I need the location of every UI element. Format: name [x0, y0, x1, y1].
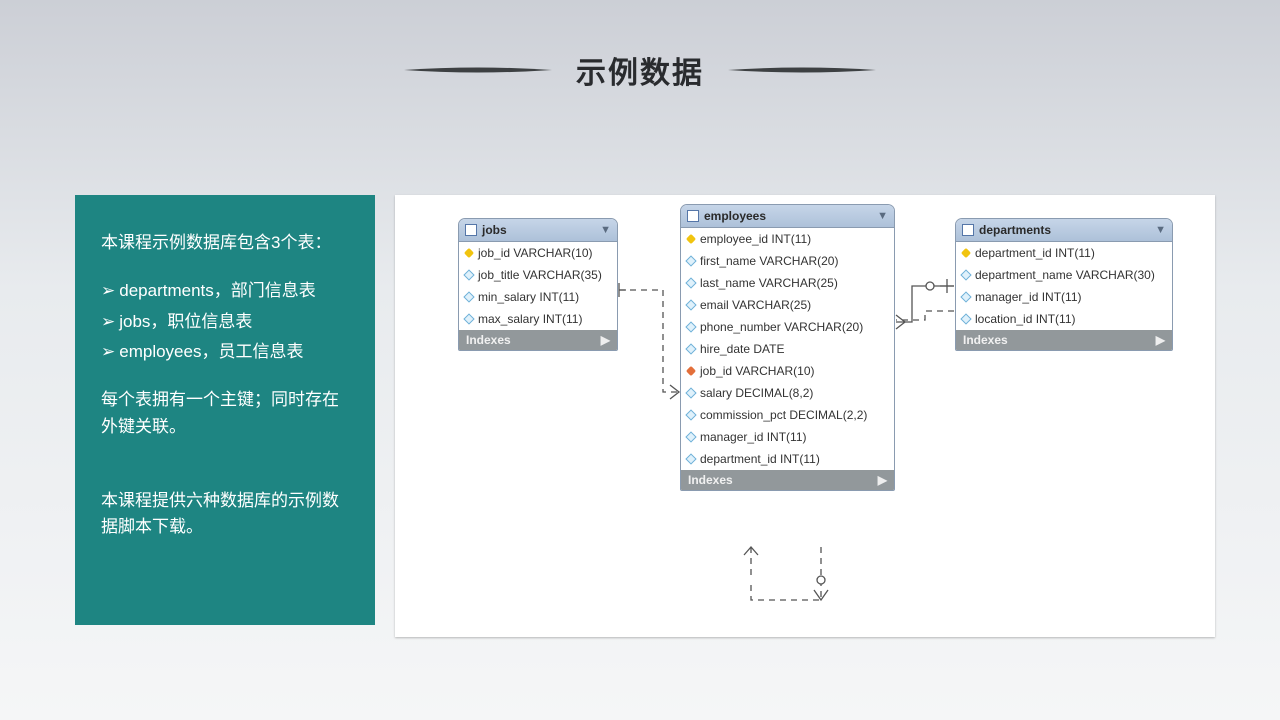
column-text: employee_id INT(11) [700, 232, 811, 246]
table-header: departments ▼ [956, 219, 1172, 242]
column-text: phone_number VARCHAR(20) [700, 320, 863, 334]
table-column: phone_number VARCHAR(20) [681, 316, 894, 338]
column-icon [960, 313, 971, 324]
table-column: employee_id INT(11) [681, 228, 894, 250]
column-icon [685, 299, 696, 310]
chevron-down-icon: ▼ [1155, 224, 1166, 236]
divider-left-icon [402, 59, 554, 81]
sidebar-download-note: 本课程提供六种数据库的示例数据脚本下载。 [101, 488, 349, 541]
table-jobs: jobs ▼ job_id VARCHAR(10) job_title VARCH… [458, 218, 618, 351]
table-icon [465, 224, 477, 236]
table-column: min_salary INT(11) [459, 286, 617, 308]
column-text: salary DECIMAL(8,2) [700, 386, 813, 400]
bullet-icon: ➢ [101, 281, 115, 300]
column-icon [463, 313, 474, 324]
table-employees: employees ▼ employee_id INT(11) first_nam… [680, 204, 895, 491]
chevron-down-icon: ▼ [877, 210, 888, 222]
table-column: salary DECIMAL(8,2) [681, 382, 894, 404]
primary-key-icon [961, 248, 971, 258]
table-name: employees [704, 209, 766, 223]
table-footer: Indexes▶ [459, 330, 617, 350]
column-text: job_title VARCHAR(35) [478, 268, 602, 282]
column-text: manager_id INT(11) [975, 290, 1082, 304]
column-text: hire_date DATE [700, 342, 785, 356]
column-icon [463, 269, 474, 280]
column-text: last_name VARCHAR(25) [700, 276, 838, 290]
column-text: manager_id INT(11) [700, 430, 807, 444]
column-text: commission_pct DECIMAL(2,2) [700, 408, 867, 422]
table-column: department_name VARCHAR(30) [956, 264, 1172, 286]
chevron-right-icon: ▶ [878, 473, 887, 487]
chevron-right-icon: ▶ [1156, 333, 1165, 347]
table-column: last_name VARCHAR(25) [681, 272, 894, 294]
column-text: department_id INT(11) [700, 452, 820, 466]
column-text: first_name VARCHAR(20) [700, 254, 838, 268]
table-name: departments [979, 223, 1051, 237]
bullet-icon: ➢ [101, 342, 115, 361]
list-item: ➢jobs，职位信息表 [101, 309, 349, 335]
column-icon [685, 387, 696, 398]
table-column: first_name VARCHAR(20) [681, 250, 894, 272]
table-column: commission_pct DECIMAL(2,2) [681, 404, 894, 426]
table-header: jobs ▼ [459, 219, 617, 242]
chevron-right-icon: ▶ [601, 333, 610, 347]
page-title: 示例数据 [576, 48, 704, 92]
sidebar-list: ➢departments，部门信息表 ➢jobs，职位信息表 ➢employee… [101, 278, 349, 365]
column-text: location_id INT(11) [975, 312, 1076, 326]
column-icon [685, 277, 696, 288]
column-icon [463, 291, 474, 302]
column-text: department_id INT(11) [975, 246, 1095, 260]
primary-key-icon [464, 248, 474, 258]
column-text: department_name VARCHAR(30) [975, 268, 1155, 282]
table-column: location_id INT(11) [956, 308, 1172, 330]
table-icon [687, 210, 699, 222]
table-column: hire_date DATE [681, 338, 894, 360]
column-text: email VARCHAR(25) [700, 298, 811, 312]
column-icon [685, 255, 696, 266]
table-column: department_id INT(11) [681, 448, 894, 470]
foreign-key-icon [686, 366, 696, 376]
column-text: job_id VARCHAR(10) [700, 364, 815, 378]
column-icon [960, 269, 971, 280]
sidebar-pk-note: 每个表拥有一个主键；同时存在外键关联。 [101, 387, 349, 440]
column-icon [685, 431, 696, 442]
column-icon [960, 291, 971, 302]
list-item: ➢employees，员工信息表 [101, 339, 349, 365]
table-name: jobs [482, 223, 507, 237]
column-icon [685, 453, 696, 464]
table-column: email VARCHAR(25) [681, 294, 894, 316]
table-column: department_id INT(11) [956, 242, 1172, 264]
table-column: max_salary INT(11) [459, 308, 617, 330]
table-footer: Indexes▶ [681, 470, 894, 490]
table-column: manager_id INT(11) [956, 286, 1172, 308]
column-text: min_salary INT(11) [478, 290, 579, 304]
table-footer: Indexes▶ [956, 330, 1172, 350]
table-header: employees ▼ [681, 205, 894, 228]
table-column: job_id VARCHAR(10) [681, 360, 894, 382]
column-icon [685, 409, 696, 420]
column-icon [685, 343, 696, 354]
column-icon [685, 321, 696, 332]
table-column: manager_id INT(11) [681, 426, 894, 448]
sidebar-panel: 本课程示例数据库包含3个表： ➢departments，部门信息表 ➢jobs，… [75, 195, 375, 625]
primary-key-icon [686, 234, 696, 244]
divider-right-icon [726, 59, 878, 81]
table-icon [962, 224, 974, 236]
er-diagram: jobs ▼ job_id VARCHAR(10) job_title VARCH… [395, 195, 1215, 637]
title-section: 示例数据 [0, 0, 1280, 92]
table-column: job_title VARCHAR(35) [459, 264, 617, 286]
column-text: job_id VARCHAR(10) [478, 246, 593, 260]
table-departments: departments ▼ department_id INT(11) depar… [955, 218, 1173, 351]
table-column: job_id VARCHAR(10) [459, 242, 617, 264]
column-text: max_salary INT(11) [478, 312, 582, 326]
list-item: ➢departments，部门信息表 [101, 278, 349, 304]
chevron-down-icon: ▼ [600, 224, 611, 236]
sidebar-intro: 本课程示例数据库包含3个表： [101, 230, 349, 256]
bullet-icon: ➢ [101, 312, 115, 331]
